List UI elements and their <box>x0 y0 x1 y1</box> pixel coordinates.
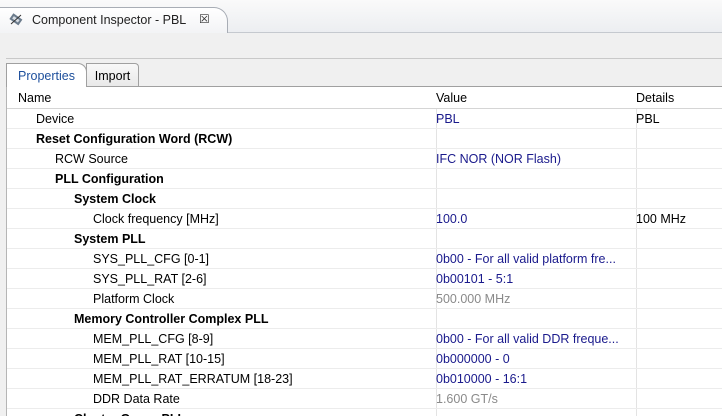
table-row[interactable]: Platform Clock 500.000 MHz <box>7 289 722 309</box>
table-row[interactable]: MEM_PLL_RAT [10-15] 0b000000 - 0 <box>7 349 722 369</box>
property-name: Cluster Group PLL <box>7 412 494 416</box>
property-details: PBL <box>636 112 660 126</box>
view-toolbar <box>0 33 722 58</box>
column-header-details[interactable]: Details <box>636 91 674 105</box>
property-value[interactable]: 0b00 - For all valid platform fre... <box>436 252 629 266</box>
property-details: 100 MHz <box>636 212 687 226</box>
table-row[interactable]: SYS_PLL_CFG [0-1] 0b00 - For all valid pl… <box>7 249 722 269</box>
table-row[interactable]: Cluster Group PLL <box>7 409 722 416</box>
property-value: 500.000 MHz <box>436 292 511 306</box>
property-value[interactable]: IFC NOR (NOR Flash) <box>436 152 629 166</box>
table-row[interactable]: System PLL <box>7 229 722 249</box>
property-value[interactable]: 100.0 <box>436 212 629 226</box>
property-name: Reset Configuration Word (RCW) <box>36 132 233 146</box>
property-name: PLL Configuration <box>55 172 164 186</box>
table-row[interactable]: Reset Configuration Word (RCW) <box>7 129 722 149</box>
tab-import[interactable]: Import <box>86 63 139 87</box>
table-row[interactable]: SYS_PLL_RAT [2-6] 0b00101 - 5:1 <box>7 269 722 289</box>
table-row[interactable]: Memory Controller Complex PLL <box>7 309 722 329</box>
inspector-tabs: Properties Import <box>0 59 722 87</box>
table-row[interactable]: MEM_PLL_CFG [8-9] 0b00 - For all valid DD… <box>7 329 722 349</box>
property-value[interactable]: 0b00101 - 5:1 <box>436 272 629 286</box>
property-value[interactable]: PBL <box>436 112 629 126</box>
view-tab-component-inspector[interactable]: Component Inspector - PBL ☒ <box>0 7 228 34</box>
properties-table: Name Value Details Device PBL PBL Reset Con… <box>6 87 722 416</box>
property-name: Device <box>36 112 75 126</box>
property-name: Memory Controller Complex PLL <box>74 312 269 326</box>
column-header-value[interactable]: Value <box>436 91 467 105</box>
tab-properties[interactable]: Properties <box>6 63 87 87</box>
column-header-name[interactable]: Name <box>18 91 51 105</box>
view-header: Component Inspector - PBL ☒ <box>0 0 722 34</box>
table-body: Device PBL PBL Reset Configuration Word (RC… <box>7 109 722 416</box>
property-name: System Clock <box>74 192 156 206</box>
table-row[interactable]: PLL Configuration <box>7 169 722 189</box>
close-icon[interactable]: ☒ <box>199 12 210 26</box>
component-inspector-icon <box>8 12 24 28</box>
property-value[interactable]: 0b00 - For all valid DDR freque... <box>436 332 629 346</box>
property-name: RCW Source <box>55 152 128 166</box>
table-row[interactable]: MEM_PLL_RAT_ERRATUM [18-23] 0b010000 - 16… <box>7 369 722 389</box>
property-value[interactable]: 0b000000 - 0 <box>436 352 629 366</box>
property-name: System PLL <box>74 232 146 246</box>
property-value: 1.600 GT/s <box>436 392 498 406</box>
table-row[interactable]: RCW Source IFC NOR (NOR Flash) <box>7 149 722 169</box>
property-value[interactable]: 0b010000 - 16:1 <box>436 372 629 386</box>
table-row[interactable]: DDR Data Rate 1.600 GT/s <box>7 389 722 409</box>
table-row[interactable]: Clock frequency [MHz] 100.0 100 MHz <box>7 209 722 229</box>
table-row[interactable]: Device PBL PBL <box>7 109 722 129</box>
table-row[interactable]: System Clock <box>7 189 722 209</box>
table-header: Name Value Details <box>7 87 722 109</box>
view-tab-title: Component Inspector - PBL <box>32 13 187 27</box>
